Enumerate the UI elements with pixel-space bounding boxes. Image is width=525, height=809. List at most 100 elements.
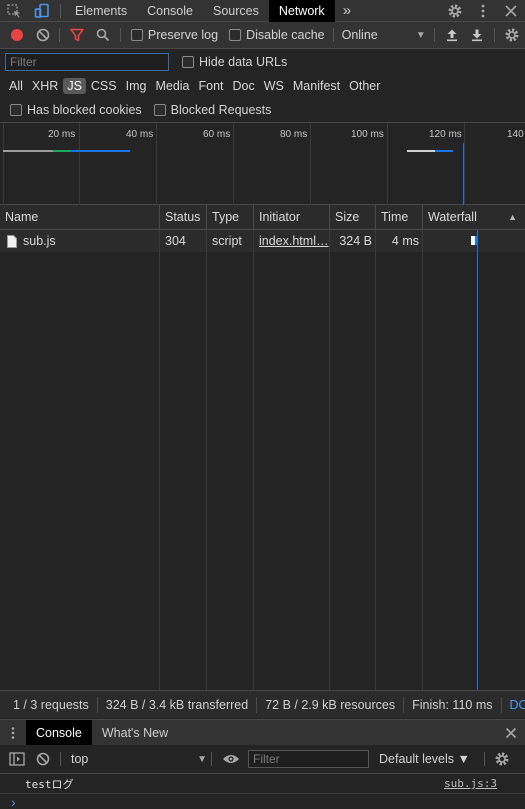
timeline-tick: 20 ms [48,129,76,140]
tab-elements[interactable]: Elements [65,0,137,22]
type-filter-media[interactable]: Media [151,78,193,94]
divider [119,28,121,42]
file-icon [7,234,17,248]
grid-line [156,123,157,205]
prompt-chevron-icon: › [11,793,16,809]
request-waterfall [423,230,525,252]
type-filter-js[interactable]: JS [63,78,86,94]
waterfall-bar [475,236,478,245]
console-filter-input[interactable] [248,750,369,768]
blocked-requests-label: Blocked Requests [170,103,272,117]
dom-content-loaded: DO [509,697,525,712]
timeline-tick: 80 ms [280,129,308,140]
hide-data-urls-checkbox[interactable] [182,55,194,68]
type-filter-xhr[interactable]: XHR [28,78,62,94]
filter-input[interactable] [5,52,169,71]
column-waterfall[interactable]: Waterfall ▲ [423,205,525,229]
timeline-tick: 40 ms [126,129,154,140]
has-blocked-cookies-checkbox[interactable] [10,104,22,116]
filter-funnel-icon[interactable] [64,22,90,48]
type-filter-doc[interactable]: Doc [229,78,259,94]
clear-console-icon[interactable] [30,746,56,772]
column-type[interactable]: Type [207,205,254,229]
grid-line [387,123,388,205]
preserve-log-label: Preserve log [147,28,219,42]
close-devtools-icon[interactable] [497,0,525,22]
log-levels-select[interactable]: Default levels ▼ [379,752,470,766]
close-drawer-icon[interactable] [497,722,525,744]
divider [332,28,334,42]
divider [59,28,61,42]
export-har-download-icon[interactable] [464,22,490,48]
request-bar [435,150,453,152]
column-divider [159,230,160,690]
type-filter-font[interactable]: Font [195,78,228,94]
inspect-element-icon[interactable] [0,0,28,22]
clear-icon[interactable] [30,22,56,48]
request-name-cell: sub.js [0,230,160,252]
column-name[interactable]: Name [0,205,160,229]
drawer-tab-console[interactable]: Console [26,719,92,746]
drawer-menu-kebab-icon[interactable] [0,722,26,744]
chevron-down-icon: ▼ [415,29,426,41]
network-toolbar: Preserve log Disable cache Online ▼ [0,22,525,49]
network-overview-timeline[interactable]: 20 ms 40 ms 60 ms 80 ms 100 ms 120 ms 14… [0,122,525,205]
throttling-select[interactable]: Online ▼ [342,28,426,42]
request-name: sub.js [23,234,56,248]
request-status: 304 [165,234,186,248]
drawer-tab-bar: Console What's New [0,719,525,746]
more-tabs-button[interactable]: » [335,0,359,22]
console-message-source-link[interactable]: sub.js:3 [444,777,497,790]
request-bar [70,150,130,152]
tab-console[interactable]: Console [137,0,203,22]
device-toolbar-icon[interactable] [28,0,56,22]
column-status[interactable]: Status [160,205,207,229]
type-filter-img[interactable]: Img [122,78,151,94]
column-initiator[interactable]: Initiator [254,205,330,229]
import-har-upload-icon[interactable] [439,22,465,48]
console-settings-gear-icon[interactable] [489,746,515,772]
grid-line [310,123,311,205]
request-bar [407,150,435,152]
network-settings-gear-icon[interactable] [499,22,525,48]
type-filter-ws[interactable]: WS [260,78,288,94]
devtools-tab-bar: Elements Console Sources Network » [0,0,525,22]
live-expression-eye-icon[interactable] [216,746,246,772]
column-time[interactable]: Time [376,205,423,229]
request-type: script [212,234,242,248]
disable-cache-checkbox[interactable] [229,29,242,41]
drawer-tab-whats-new[interactable]: What's New [92,720,178,746]
search-icon[interactable] [90,22,116,48]
timeline-tick: 120 ms [429,129,462,140]
type-filter-other[interactable]: Other [345,78,384,94]
blocked-filter-row: Has blocked cookies Blocked Requests [0,98,525,122]
record-button[interactable] [4,22,30,48]
column-divider [375,230,376,690]
column-divider [206,230,207,690]
more-options-kebab-icon[interactable] [469,0,497,22]
throttling-value: Online [341,28,378,42]
type-filter-all[interactable]: All [5,78,27,94]
tab-network[interactable]: Network [268,0,335,22]
console-prompt[interactable]: › [0,794,525,809]
request-initiator-link[interactable]: index.html… [254,230,330,252]
type-filter-manifest[interactable]: Manifest [289,78,344,94]
divider [483,752,485,766]
request-count: 1 / 3 requests [0,696,98,713]
show-sidebar-icon[interactable] [4,746,30,772]
hide-data-urls-label: Hide data URLs [199,54,288,69]
preserve-log-checkbox[interactable] [130,29,143,41]
column-divider [253,230,254,690]
timeline-tick: 60 ms [203,129,231,140]
context-select[interactable]: top ▼ [71,752,207,766]
settings-gear-icon[interactable] [441,0,469,22]
tab-sources[interactable]: Sources [203,0,269,22]
column-size[interactable]: Size [330,205,376,229]
finish-time: Finish: 110 ms [404,696,502,713]
network-status-bar: 1 / 3 requests 324 B / 3.4 kB transferre… [0,690,525,718]
column-divider [422,230,423,690]
table-row[interactable]: sub.js 304 script index.html… 324 B 4 ms [0,230,525,252]
blocked-requests-checkbox[interactable] [153,104,166,116]
console-toolbar: top ▼ Default levels ▼ [0,745,525,774]
type-filter-css[interactable]: CSS [87,78,121,94]
